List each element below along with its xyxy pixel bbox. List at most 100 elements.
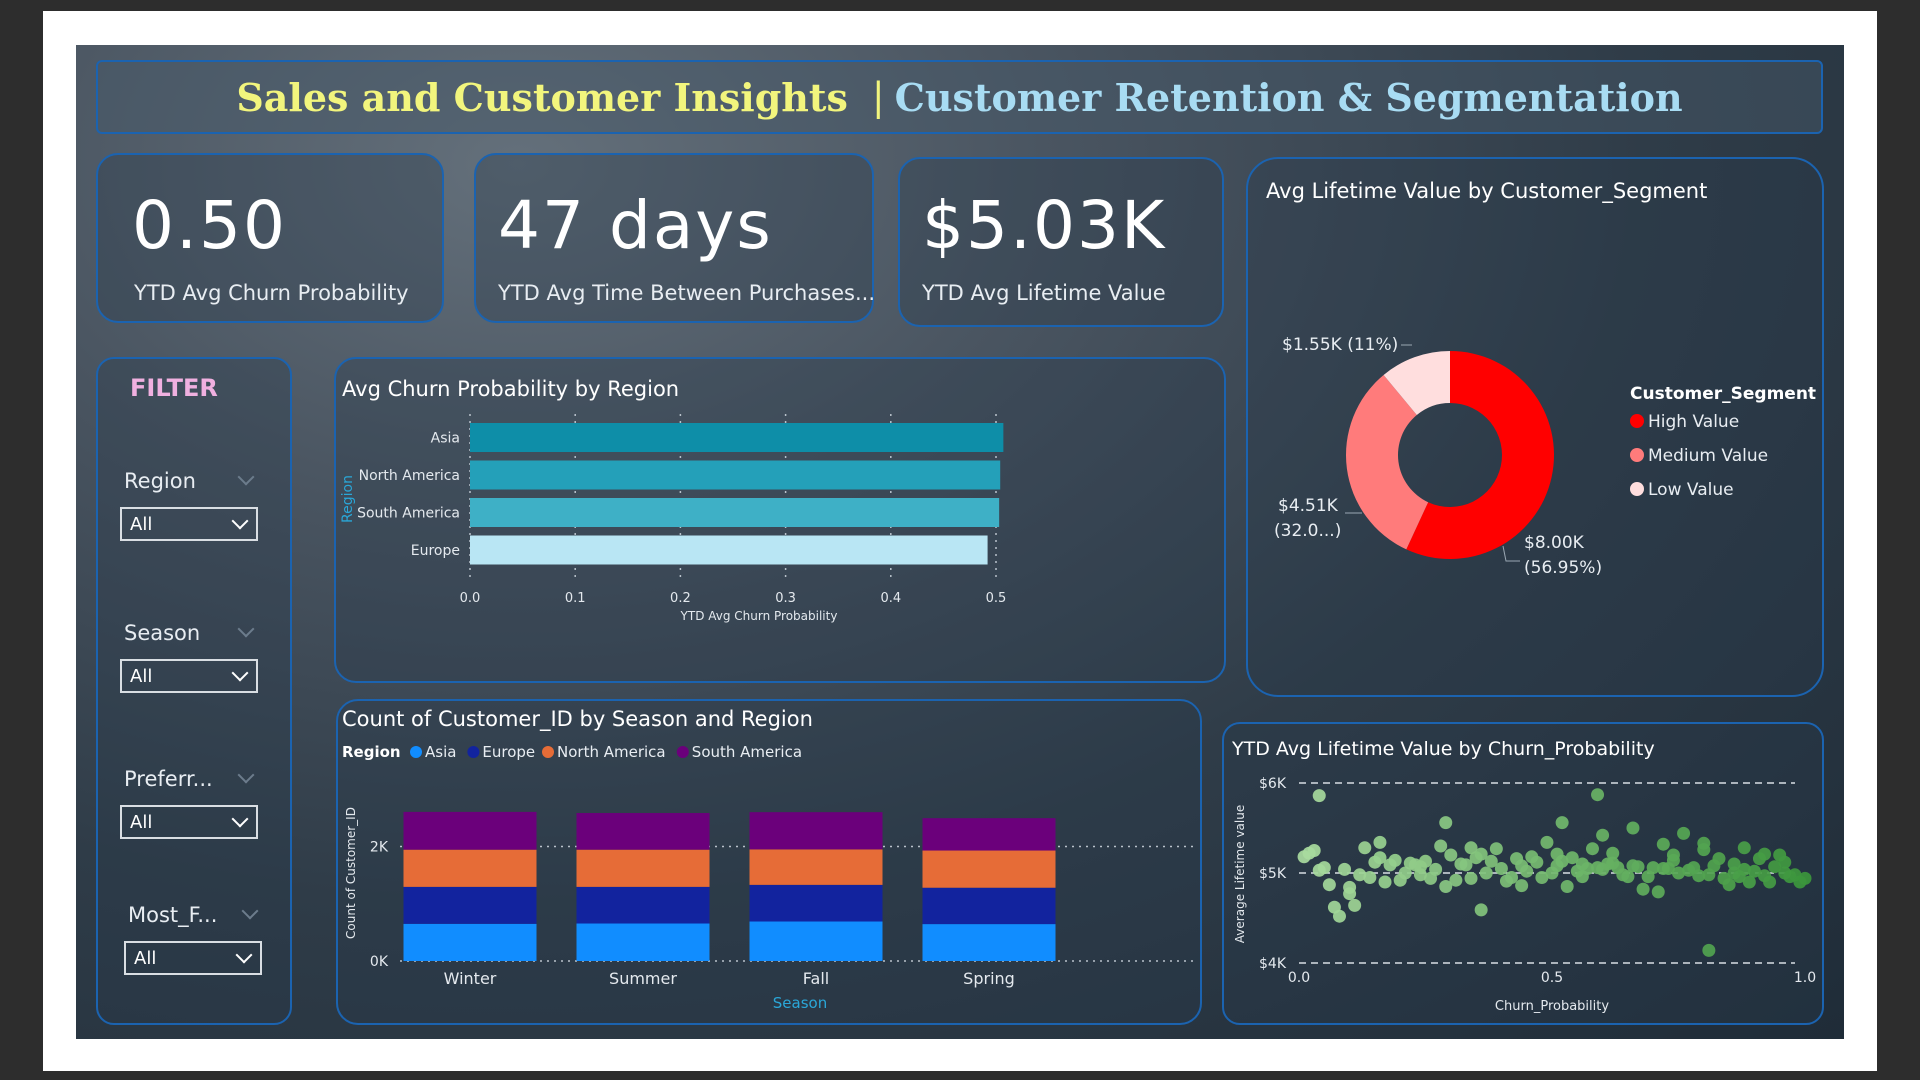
y-tick-label: $6K	[1259, 776, 1287, 792]
bar	[470, 423, 1004, 452]
stacked-bar-segment	[403, 923, 537, 961]
x-tick-label: 0.2	[670, 591, 691, 606]
scatter-point	[1550, 847, 1564, 861]
y-category-label: South America	[357, 506, 460, 522]
scatter-point	[1332, 909, 1346, 923]
scatter-point	[1464, 841, 1478, 855]
x-tick-label: 0.4	[880, 591, 901, 606]
x-tick-label: 1.0	[1794, 970, 1816, 986]
scatter-point	[1656, 862, 1670, 875]
scatter-point	[1348, 898, 1362, 912]
stacked-bar-segment	[749, 884, 883, 922]
legend-marker	[676, 746, 689, 758]
region-dropdown[interactable]: All	[120, 507, 258, 541]
chevron-down-icon[interactable]	[237, 620, 255, 638]
legend-marker	[1630, 448, 1644, 462]
scatter-point	[1312, 789, 1326, 803]
churn-by-region-chart: 0.0 0.1 0.2 0.3 0.4 0.5 Asia North America South…	[340, 414, 1006, 623]
stacked-bar-segment	[749, 812, 883, 850]
kpi-label: YTD Avg Time Between Purchases...	[498, 281, 876, 305]
scatter-point	[1722, 878, 1736, 892]
kpi-card-churn[interactable]: 0.50 YTD Avg Churn Probability	[96, 153, 444, 323]
scatter-point	[1631, 860, 1645, 874]
stacked-bar-segment	[403, 849, 537, 887]
stacked-bar-segment	[922, 818, 1056, 851]
slicer-label-preferred: Preferr...	[124, 767, 213, 791]
scatter-point	[1697, 836, 1711, 850]
x-tick-label: 0.5	[1541, 970, 1563, 986]
stacked-bar-segment	[922, 850, 1056, 888]
y-axis-title: Average Lifetime value	[1233, 805, 1247, 943]
x-axis-title: Churn_Probability	[1495, 999, 1609, 1014]
scatter-point	[1702, 943, 1716, 957]
kpi-value: $5.03K	[922, 187, 1167, 264]
x-category-label: Summer	[609, 969, 677, 988]
stacked-bar-segment	[576, 849, 710, 887]
legend-label: North America	[557, 743, 666, 761]
scatter-point	[1677, 826, 1691, 840]
slicer-label-season: Season	[124, 621, 201, 645]
scatter-point	[1555, 816, 1569, 830]
chevron-down-icon[interactable]	[241, 902, 259, 920]
legend-label: Europe	[482, 743, 535, 761]
filter-panel: FILTER Region All Season All Preferr... …	[96, 357, 292, 1025]
scatter-point	[1540, 835, 1554, 849]
scatter-point	[1434, 839, 1448, 853]
title-separator: |	[871, 75, 885, 119]
scatter-point	[1560, 880, 1574, 893]
scatter-point	[1378, 875, 1392, 889]
legend-title: Region	[342, 743, 401, 761]
bar	[470, 498, 1000, 527]
scatter-point	[1322, 878, 1336, 892]
scatter-point	[1798, 871, 1812, 885]
y-axis-title: Region	[340, 475, 356, 523]
y-category-label: Asia	[431, 431, 460, 447]
season-region-card[interactable]: Count of Customer_ID by Season and Regio…	[336, 699, 1202, 1025]
chevron-down-icon	[235, 946, 253, 964]
chevron-down-icon	[231, 512, 249, 530]
x-axis-title: YTD Avg Churn Probability	[680, 609, 838, 623]
kpi-label: YTD Avg Churn Probability	[134, 281, 409, 305]
scatter-point	[1317, 861, 1331, 875]
scatter-point	[1520, 864, 1534, 878]
scatter-point	[1727, 857, 1741, 871]
chevron-down-icon[interactable]	[237, 468, 255, 486]
y-tick-label: $5K	[1259, 866, 1287, 882]
segment-donut-card[interactable]: Avg Lifetime Value by Customer_Segment $…	[1246, 157, 1824, 697]
ltv-by-churn-card[interactable]: YTD Avg Lifetime Value by Churn_Probabil…	[1222, 722, 1824, 1025]
stacked-bar-segment	[576, 813, 710, 850]
x-tick-label: 0.3	[775, 591, 796, 606]
scatter-point	[1585, 842, 1599, 856]
scatter-point	[1363, 871, 1377, 884]
churn-by-region-card[interactable]: Avg Churn Probability by Region 0.0 0.1 0.…	[334, 357, 1226, 683]
scatter-point	[1666, 848, 1680, 862]
kpi-card-time-between[interactable]: 47 days YTD Avg Time Between Purchases..…	[474, 153, 876, 323]
kpi-card-lifetime-value[interactable]: $5.03K YTD Avg Lifetime Value	[898, 157, 1224, 327]
x-tick-label: 0.0	[460, 591, 481, 606]
most-frequent-dropdown[interactable]: All	[124, 941, 262, 975]
filter-title: FILTER	[130, 374, 218, 402]
segment-donut-chart: $1.55K (11%) $4.51K (32.0...) $8.00K (56.95%…	[1274, 335, 1816, 578]
scatter-point	[1636, 882, 1650, 896]
season-dropdown[interactable]: All	[120, 659, 258, 693]
scatter-point	[1712, 852, 1726, 866]
scatter-point	[1778, 866, 1792, 880]
y-tick-label: 0K	[370, 954, 389, 970]
preferred-dropdown[interactable]: All	[120, 805, 258, 839]
scatter-point	[1515, 879, 1529, 893]
x-category-label: Winter	[444, 969, 497, 988]
scatter-point	[1758, 847, 1772, 861]
dropdown-value: All	[134, 948, 157, 969]
kpi-label: YTD Avg Lifetime Value	[922, 281, 1166, 305]
x-category-label: Fall	[803, 969, 829, 988]
legend-marker	[1630, 414, 1644, 428]
scatter-point	[1343, 887, 1357, 901]
data-label-high: $8.00K	[1524, 533, 1585, 553]
page-subtitle: Customer Retention & Segmentation	[894, 74, 1683, 120]
scatter-point	[1505, 871, 1519, 884]
scatter-point	[1530, 855, 1544, 869]
chevron-down-icon[interactable]	[237, 766, 255, 784]
bar	[470, 535, 988, 565]
x-axis-title: Season	[773, 994, 827, 1012]
scatter-point	[1651, 885, 1665, 899]
